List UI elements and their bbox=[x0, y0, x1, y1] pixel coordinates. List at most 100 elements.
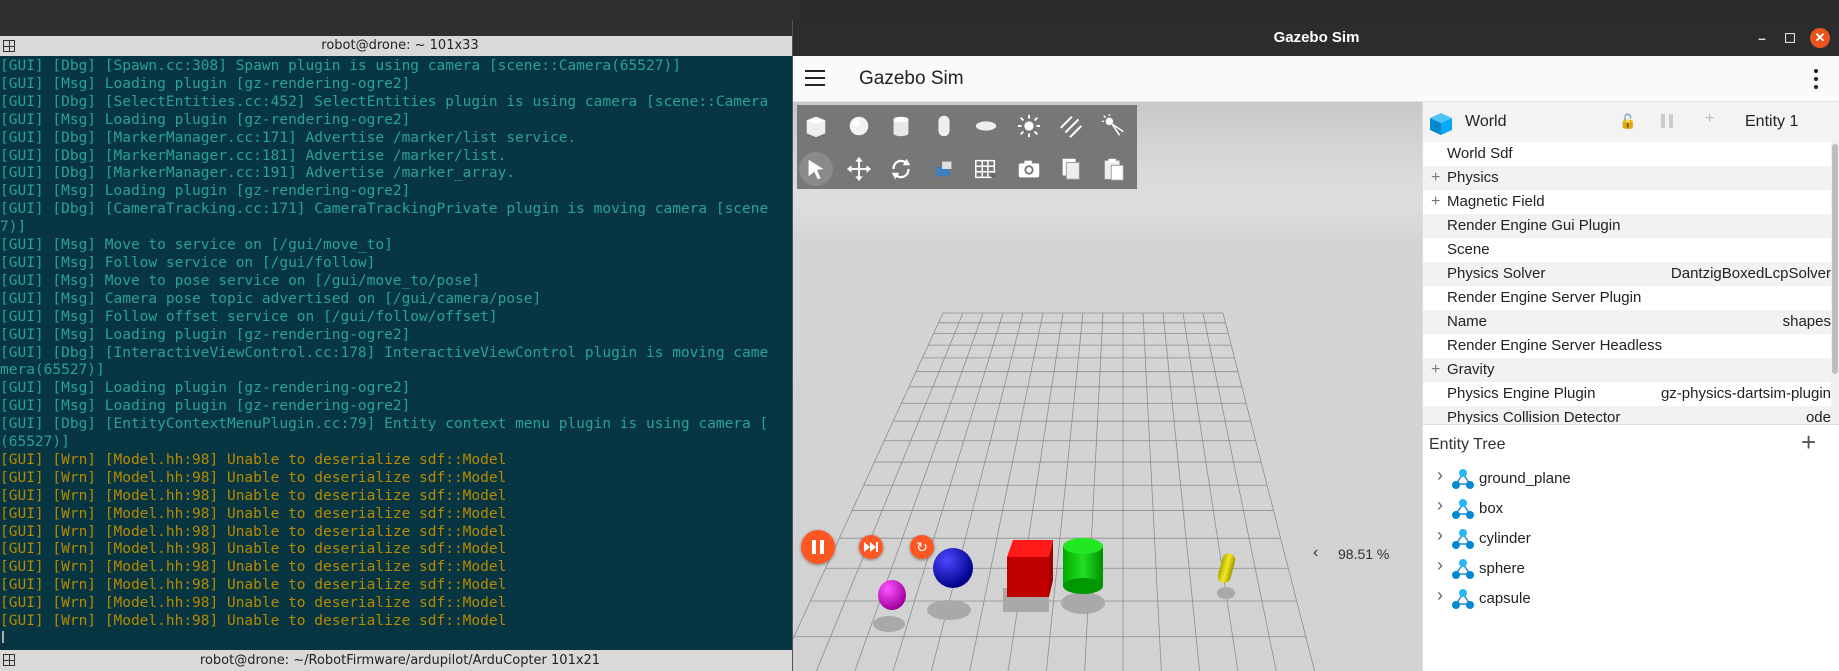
cylinder-icon[interactable] bbox=[886, 111, 916, 141]
snap-icon[interactable] bbox=[929, 154, 959, 184]
rotate-icon[interactable] bbox=[886, 154, 916, 184]
terminal-line: [GUI] [Msg] Move to service on [/gui/mov… bbox=[0, 237, 393, 254]
sun-light-icon[interactable] bbox=[1014, 111, 1044, 141]
close-icon[interactable]: ✕ bbox=[1810, 28, 1830, 48]
right-panel: World 🔓 + Entity 1 World Sdf + Physics + Mag… bbox=[1422, 102, 1839, 671]
directional-light-icon[interactable] bbox=[1056, 111, 1086, 141]
entity-tree-item[interactable]: › ground_plane bbox=[1423, 464, 1839, 494]
component-row: World Sdf bbox=[1423, 142, 1831, 166]
add-component-icon[interactable]: + bbox=[1705, 110, 1714, 128]
terminal-line: [GUI] [Wrn] [Model.hh:98] Unable to dese… bbox=[0, 505, 507, 522]
component-row: Physics Solver DantzigBoxedLcpSolver bbox=[1423, 262, 1831, 286]
scene-3d-viewport[interactable]: ↻ ‹ 98.51 % bbox=[793, 102, 1422, 671]
entity-tree-item-label: sphere bbox=[1479, 560, 1525, 577]
chevron-right-icon[interactable]: › bbox=[1437, 585, 1443, 606]
terminal-output[interactable]: [GUI] [Dbg] [Spawn.cc:308] Spawn plugin … bbox=[0, 58, 800, 648]
component-row: Name shapes bbox=[1423, 310, 1831, 334]
tile-icon[interactable] bbox=[3, 40, 15, 52]
ground-grid bbox=[793, 312, 1315, 671]
expand-icon[interactable]: + bbox=[1431, 190, 1440, 214]
reset-icon: ↻ bbox=[916, 538, 928, 555]
ellipsoid-model[interactable] bbox=[878, 580, 906, 610]
scrollbar-thumb[interactable] bbox=[1832, 144, 1838, 374]
terminal-line: [GUI] [Dbg] [MarkerManager.cc:181] Adver… bbox=[0, 147, 507, 164]
camera-icon[interactable] bbox=[1014, 154, 1044, 184]
component-label: Render Engine Server Plugin bbox=[1447, 289, 1642, 306]
entity-tree-item[interactable]: › sphere bbox=[1423, 554, 1839, 584]
entity-tree-item[interactable]: › cylinder bbox=[1423, 524, 1839, 554]
grid-icon[interactable] bbox=[971, 154, 1001, 184]
box-icon[interactable] bbox=[801, 111, 831, 141]
add-entity-button[interactable]: + bbox=[1801, 427, 1816, 458]
component-label: Magnetic Field bbox=[1447, 193, 1545, 210]
terminal-line: (65527)] bbox=[0, 434, 70, 451]
hamburger-menu-icon[interactable] bbox=[805, 70, 825, 86]
app-title: Gazebo Sim bbox=[859, 68, 964, 89]
fast-forward-icon bbox=[864, 542, 878, 552]
component-row: Render Engine Server Headless bbox=[1423, 334, 1831, 358]
select-arrow-icon[interactable] bbox=[799, 152, 833, 186]
terminal-line: [GUI] [Dbg] [SelectEntities.cc:452] Sele… bbox=[0, 93, 769, 110]
spot-light-icon[interactable] bbox=[1099, 111, 1129, 141]
step-button[interactable] bbox=[859, 535, 883, 559]
component-row[interactable]: + Gravity bbox=[1423, 358, 1831, 382]
chevron-right-icon[interactable]: › bbox=[1437, 525, 1443, 546]
component-value: DantzigBoxedLcpSolver bbox=[1670, 265, 1831, 282]
capsule-icon[interactable] bbox=[929, 111, 959, 141]
window-title: Gazebo Sim bbox=[1273, 29, 1360, 46]
component-row: Scene bbox=[1423, 238, 1831, 262]
sphere-icon[interactable] bbox=[844, 111, 874, 141]
play-pause-button[interactable] bbox=[801, 530, 835, 564]
box-model-front[interactable] bbox=[1007, 557, 1049, 597]
terminal-line: [GUI] [Wrn] [Model.hh:98] Unable to dese… bbox=[0, 577, 507, 594]
real-time-factor: 98.51 % bbox=[1338, 546, 1390, 562]
terminal-line: [GUI] [Wrn] [Model.hh:98] Unable to dese… bbox=[0, 595, 507, 612]
paste-icon[interactable] bbox=[1099, 154, 1129, 184]
component-scrollbar[interactable] bbox=[1831, 142, 1839, 424]
cylinder-model-top bbox=[1063, 538, 1103, 554]
pause-updates-icon[interactable] bbox=[1659, 114, 1675, 128]
chevron-right-icon[interactable]: › bbox=[1437, 465, 1443, 486]
entity-tree-item-label: cylinder bbox=[1479, 530, 1531, 547]
minimize-icon[interactable]: – bbox=[1753, 29, 1771, 47]
translate-icon[interactable] bbox=[844, 154, 874, 184]
expand-icon[interactable]: + bbox=[1431, 166, 1440, 190]
lock-icon[interactable]: 🔓 bbox=[1619, 113, 1636, 130]
component-label: Physics Engine Plugin bbox=[1447, 385, 1596, 402]
component-list: World Sdf + Physics + Magnetic Field Render E… bbox=[1423, 142, 1839, 424]
terminal-line: [GUI] [Wrn] [Model.hh:98] Unable to dese… bbox=[0, 469, 507, 486]
terminal-line: [GUI] [Wrn] [Model.hh:98] Unable to dese… bbox=[0, 487, 507, 504]
copy-icon[interactable] bbox=[1056, 154, 1086, 184]
component-label: Physics Solver bbox=[1447, 265, 1546, 282]
chevron-right-icon[interactable]: › bbox=[1437, 555, 1443, 576]
terminal-top-title-text: robot@drone: ~ 101x33 bbox=[321, 38, 479, 53]
terminal-window: robot@drone: ~ 101x33 [GUI] [Dbg] [Spawn… bbox=[0, 0, 800, 671]
component-row[interactable]: + Physics bbox=[1423, 166, 1831, 190]
box-model-top[interactable] bbox=[1007, 540, 1053, 557]
window-titlebar[interactable]: Gazebo Sim – ✕ bbox=[793, 20, 1839, 56]
sphere-shadow bbox=[873, 616, 905, 632]
ellipsoid-icon[interactable] bbox=[971, 111, 1001, 141]
capsule-shadow bbox=[1217, 587, 1235, 599]
terminal-line: [GUI] [Wrn] [Model.hh:98] Unable to dese… bbox=[0, 541, 507, 558]
more-options-icon[interactable] bbox=[1813, 69, 1819, 89]
inspector-title: World bbox=[1465, 113, 1507, 130]
rtf-expand-icon[interactable]: ‹ bbox=[1313, 544, 1318, 562]
entity-tree-item[interactable]: › capsule bbox=[1423, 584, 1839, 614]
sphere-model[interactable] bbox=[933, 548, 973, 588]
entity-tree-item-label: capsule bbox=[1479, 590, 1531, 607]
component-value: shapes bbox=[1782, 313, 1831, 330]
component-label: Physics bbox=[1447, 169, 1499, 186]
component-inspector-header: World 🔓 + Entity 1 bbox=[1423, 102, 1839, 142]
expand-icon[interactable]: + bbox=[1431, 358, 1440, 382]
tile-icon[interactable] bbox=[3, 654, 15, 666]
cylinder-model-bottom bbox=[1063, 578, 1103, 594]
chevron-right-icon[interactable]: › bbox=[1437, 495, 1443, 516]
maximize-icon[interactable] bbox=[1781, 29, 1799, 47]
gazebo-window: Gazebo Sim – ✕ Gazebo Sim ↻ ‹ 98.51 % Wo… bbox=[792, 20, 1839, 671]
component-row[interactable]: + Magnetic Field bbox=[1423, 190, 1831, 214]
entity-tree-header: Entity Tree + bbox=[1423, 424, 1839, 464]
reset-button[interactable]: ↻ bbox=[910, 535, 934, 559]
entity-tree-item[interactable]: › box bbox=[1423, 494, 1839, 524]
terminal-line: [GUI] [Msg] Loading plugin [gz-rendering… bbox=[0, 380, 411, 397]
